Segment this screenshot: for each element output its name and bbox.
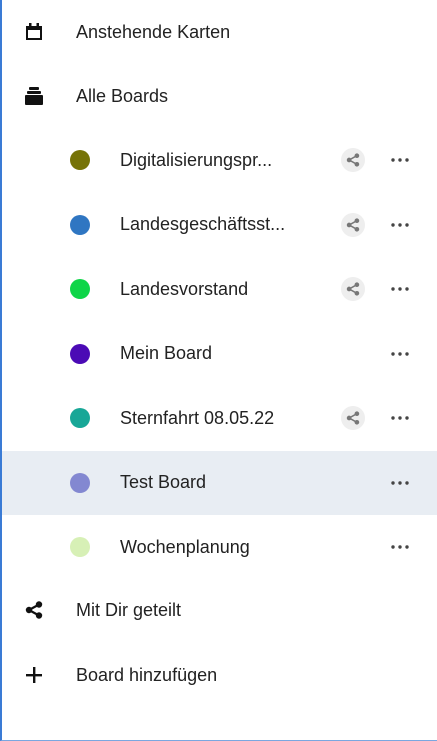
board-color-dot [70, 279, 90, 299]
board-label: Digitalisierungspr... [120, 149, 273, 170]
board-more-button[interactable] [386, 279, 414, 299]
board-label: Landesvorstand [120, 278, 249, 299]
board-more-button[interactable] [386, 344, 414, 364]
more-icon [391, 287, 409, 291]
board-color-dot [70, 343, 90, 364]
more-icon [391, 158, 409, 162]
share-icon [346, 153, 360, 167]
nav-item-label: Anstehende Karten [76, 21, 231, 42]
board-color-dot [70, 150, 90, 170]
board-item[interactable]: Test Board [2, 450, 437, 515]
nav-item-shared-with-you[interactable]: Mit Dir geteilt [2, 578, 437, 642]
more-icon [391, 480, 409, 485]
board-more-button[interactable] [386, 150, 414, 170]
board-color-dot [70, 537, 90, 557]
board-more-button[interactable] [386, 408, 414, 428]
board-more-button[interactable] [386, 215, 414, 235]
board-label: Test Board [120, 472, 207, 492]
board-item[interactable]: Landesgeschäftsst... [2, 193, 437, 257]
share-icon [346, 282, 360, 296]
board-share-button[interactable] [341, 212, 365, 237]
board-item[interactable]: Landesvorstand [2, 257, 437, 321]
board-share-button[interactable] [341, 148, 365, 172]
board-more-button[interactable] [386, 473, 414, 493]
board-label: Mein Board [120, 343, 213, 363]
more-icon [391, 351, 409, 356]
board-color-dot [70, 472, 90, 493]
board-label: Wochenplanung [120, 536, 250, 557]
board-more-button[interactable] [386, 537, 414, 557]
board-item[interactable]: Wochenplanung [2, 515, 437, 579]
plus-icon [24, 665, 44, 685]
add-board-button[interactable]: Board hinzufügen [2, 643, 437, 707]
more-icon [391, 222, 409, 227]
share-icon [24, 600, 44, 620]
nav-item-label: Mit Dir geteilt [76, 599, 182, 620]
nav-item-all-boards[interactable]: Alle Boards [2, 64, 437, 128]
more-icon [391, 416, 409, 420]
board-label: Landesgeschäftsst... [120, 214, 286, 234]
board-share-button[interactable] [341, 277, 365, 301]
share-icon [346, 217, 360, 232]
board-item[interactable]: Sternfahrt 08.05.22 [2, 386, 437, 450]
board-label: Sternfahrt 08.05.22 [120, 407, 275, 428]
archive-icon [24, 86, 44, 106]
board-item[interactable]: Digitalisierungspr... [2, 128, 437, 192]
nav-item-label: Board hinzufügen [76, 664, 218, 685]
board-color-dot [70, 214, 90, 235]
board-color-dot [70, 408, 90, 428]
nav-item-upcoming-cards[interactable]: Anstehende Karten [2, 0, 437, 64]
more-icon [391, 545, 409, 549]
calendar-icon [24, 22, 44, 42]
app-navigation: Anstehende Karten Alle Boards Digitalisi… [0, 0, 437, 741]
nav-item-label: Alle Boards [76, 85, 169, 106]
board-item[interactable]: Mein Board [2, 322, 437, 386]
board-share-button[interactable] [341, 406, 365, 430]
share-icon [346, 411, 360, 425]
